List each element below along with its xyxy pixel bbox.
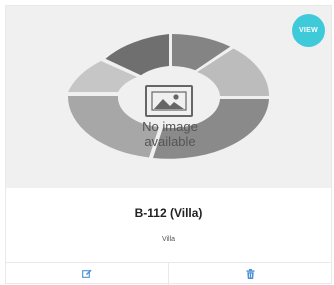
property-card: No image available VIEW B-112 (Villa) Vi… xyxy=(5,5,332,285)
card-actions xyxy=(6,262,331,285)
view-button[interactable]: VIEW xyxy=(292,14,325,47)
delete-button[interactable] xyxy=(168,263,331,285)
placeholder-text-line1: No image xyxy=(142,119,198,134)
placeholder-text-line2: available xyxy=(144,134,195,149)
image-icon xyxy=(145,85,193,117)
edit-button[interactable] xyxy=(6,263,168,285)
no-image-placeholder: No image available xyxy=(67,34,270,159)
trash-icon xyxy=(246,269,254,279)
card-subtitle: Villa xyxy=(161,236,176,243)
card-title: B-112 (Villa) xyxy=(134,206,203,220)
edit-icon xyxy=(82,269,92,278)
property-image[interactable]: No image available VIEW xyxy=(6,6,331,188)
